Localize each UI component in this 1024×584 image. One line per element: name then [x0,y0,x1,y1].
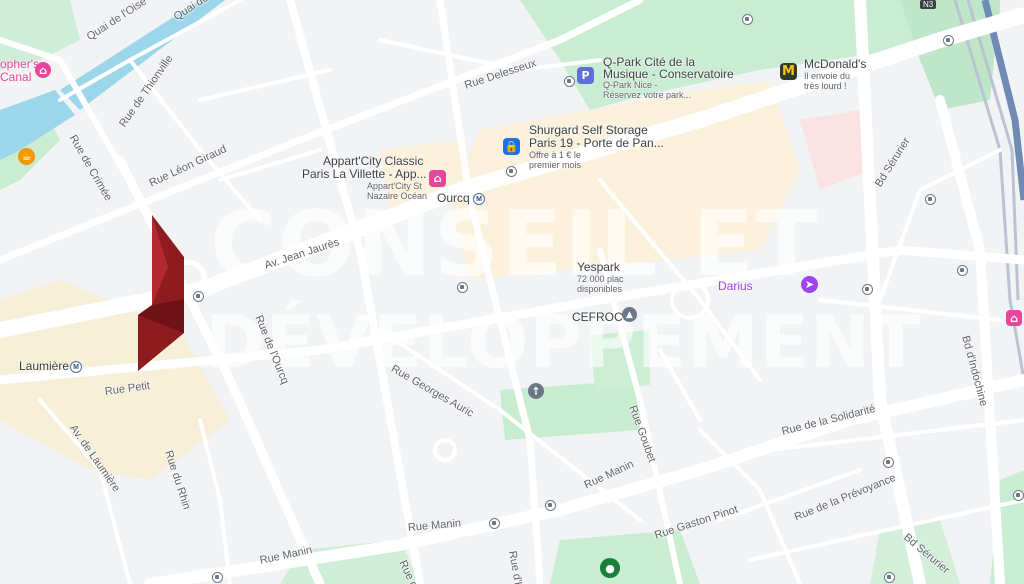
lock-icon[interactable]: 🔒 [503,138,520,155]
poi-subtitle: Il envoie du [804,71,851,81]
poi-title[interactable]: CEFROC [572,311,623,324]
restaurant-icon[interactable]: ☕ [18,148,35,165]
poi-title[interactable]: McDonald's [804,58,866,71]
bus-stop-icon[interactable] [545,500,556,511]
mcdonalds-icon[interactable]: M [780,63,797,80]
bus-stop-icon[interactable] [1013,490,1024,501]
watermark-line2: DÉVELOPPEMENT [205,300,922,384]
parking-icon[interactable]: P [577,67,594,84]
bus-stop-icon[interactable] [193,291,204,302]
metro-icon[interactable]: M [70,361,82,373]
bus-stop-icon[interactable] [883,457,894,468]
poi-subtitle: disponibles [577,284,623,294]
poi-title[interactable]: Paris 19 - Porte de Pan... [529,137,664,150]
poi-subtitle: très lourd ! [804,81,847,91]
bus-stop-icon[interactable] [862,284,873,295]
park-icon[interactable]: ● [600,558,620,578]
bus-stop-icon[interactable] [884,572,895,583]
map-view[interactable]: CONSEIL ET DÉVELOPPEMENT Quai de l'Oise … [0,0,1024,584]
metro-icon[interactable]: M [473,193,485,205]
bus-stop-icon[interactable] [742,14,753,25]
poi-subtitle: Nazaire Océan [367,191,428,201]
bus-stop-icon[interactable] [506,166,517,177]
shopping-icon[interactable]: ➤ [801,276,818,293]
poi-subtitle: premier mois [529,160,582,170]
hotel-icon[interactable]: ⌂ [1006,310,1022,326]
poi-title[interactable]: Canal [0,71,31,84]
school-icon[interactable]: ▲ [622,307,637,322]
metro-label[interactable]: Laumière [19,360,69,373]
hotel-icon[interactable]: ⌂ [35,62,51,78]
poi-subtitle: Offre à 1 € le [529,150,581,160]
poi-subtitle: Réservez votre park... [603,90,692,100]
poi-title[interactable]: Darius [718,280,753,293]
watermark-logo [138,215,184,371]
monument-icon[interactable]: ↑ [528,383,544,399]
bus-stop-icon[interactable] [943,35,954,46]
poi-subtitle: Appart'City St [367,181,422,191]
bus-stop-icon[interactable] [957,265,968,276]
bus-stop-icon[interactable] [457,282,468,293]
bus-stop-icon[interactable] [564,76,575,87]
poi-subtitle: 72 000 plac [577,274,624,284]
road-shield: N3 [920,0,937,9]
poi-subtitle: Q-Park Nice - [603,80,658,90]
bus-stop-icon[interactable] [212,572,223,583]
hotel-icon[interactable]: ⌂ [429,170,446,187]
bus-stop-icon[interactable] [925,194,936,205]
metro-label[interactable]: Ourcq [437,192,470,205]
poi-title[interactable]: Paris La Villette - App... [302,168,427,181]
bus-stop-icon[interactable] [489,518,500,529]
poi-title[interactable]: Yespark [577,261,620,274]
